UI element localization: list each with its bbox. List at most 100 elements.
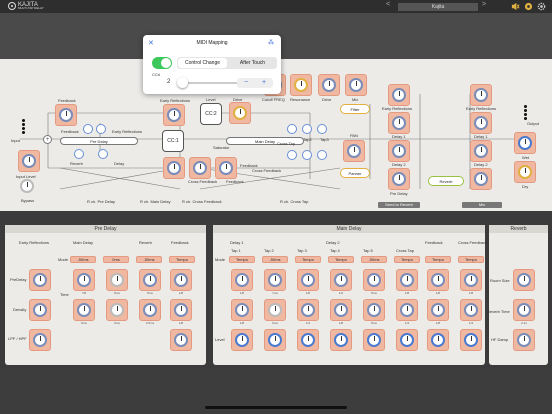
md-knob[interactable]: 1/4 [396, 299, 418, 325]
md-knob[interactable]: 1/8 [231, 269, 253, 295]
md-knob[interactable] [460, 329, 482, 351]
md-knob[interactable]: 1/4 [460, 299, 482, 325]
panner-block[interactable]: Panner [340, 168, 370, 178]
md-knob[interactable] [297, 329, 319, 351]
cross-feedback-knob-a[interactable] [189, 157, 211, 179]
pd-md-knob-3[interactable]: 8ms [73, 299, 95, 325]
md-knob[interactable] [264, 329, 286, 351]
md-knob[interactable]: 1/8 [231, 299, 253, 325]
md-knob[interactable] [427, 329, 449, 351]
md-mode-select[interactable]: Tempo [458, 256, 484, 263]
pd-mode-3[interactable]: -50ms [136, 256, 162, 263]
delay2-mix-knob[interactable] [470, 140, 492, 162]
resonance-knob[interactable] [290, 74, 312, 96]
gear-icon[interactable] [537, 2, 546, 11]
pd-mode-2[interactable]: 0ms [103, 256, 129, 263]
er-mix-knob[interactable] [470, 84, 492, 106]
md-knob[interactable]: 0ms [264, 299, 286, 325]
cc-plus-button[interactable]: + [255, 78, 273, 88]
pd-density-knob[interactable] [29, 299, 51, 321]
delay-node[interactable] [98, 149, 108, 159]
cross-tap-node-2[interactable] [302, 150, 312, 160]
input-level-knob[interactable] [18, 150, 40, 172]
reverb-time-knob[interactable]: 2.1s [513, 299, 535, 325]
tap-node-2[interactable] [302, 124, 312, 134]
er-node-2[interactable] [96, 124, 106, 134]
reverb-block[interactable]: Reverb [428, 176, 464, 186]
md-mode-select[interactable]: Tempo [425, 256, 451, 263]
pd-lpf-knob[interactable] [29, 329, 51, 351]
mute-icon[interactable] [511, 2, 520, 11]
er-send-knob[interactable] [388, 84, 410, 106]
dry-knob[interactable] [514, 161, 536, 183]
delay1-send-knob[interactable] [388, 112, 410, 134]
er-knob[interactable] [163, 104, 185, 126]
md-mode-select[interactable]: -50ms [361, 256, 387, 263]
bypass-button[interactable] [20, 179, 36, 195]
md-knob[interactable] [231, 329, 253, 351]
md-knob[interactable] [396, 329, 418, 351]
md-knob[interactable] [363, 329, 385, 351]
pd-rv-knob-2[interactable]: 2.5ms [139, 299, 161, 325]
cc1-mapping[interactable]: CC:1 [162, 130, 184, 152]
cross-tap-node-3[interactable] [317, 150, 327, 160]
prev-preset-button[interactable]: < [386, 1, 390, 8]
md-knob[interactable]: 7ms [264, 269, 286, 295]
mix-button[interactable]: Mix [462, 202, 502, 208]
md-knob[interactable]: 1/8 [460, 269, 482, 295]
md-knob[interactable]: 1/4 [297, 299, 319, 325]
preset-name[interactable]: Kajita [398, 3, 478, 11]
delay2-send-knob[interactable] [388, 140, 410, 162]
tap-node-1[interactable] [287, 124, 297, 134]
md-mode-select[interactable]: Tempo [328, 256, 354, 263]
pd-fb-knob-3[interactable] [170, 329, 192, 351]
cross-tap-node-1[interactable] [287, 150, 297, 160]
cc-minus-button[interactable]: − [237, 78, 255, 88]
md-knob[interactable]: 1/8 [427, 299, 449, 325]
md-mode-select[interactable]: Tempo [295, 256, 321, 263]
md-knob[interactable]: 1/8 [396, 269, 418, 295]
er-node-1[interactable] [83, 124, 93, 134]
pd-mode-4[interactable]: Tempo [169, 256, 195, 263]
magic-wand-icon[interactable]: ⁂ [268, 39, 274, 46]
md-mode-select[interactable]: Tempo [229, 256, 255, 263]
pd-md-knob-2[interactable]: 8ms [106, 269, 128, 295]
room-size-knob[interactable] [513, 269, 535, 291]
control-change-option[interactable]: Control Change [178, 58, 227, 68]
feedback-knob-a[interactable] [215, 157, 237, 179]
reverb-mix-knob[interactable] [470, 168, 492, 190]
feedback-knob[interactable] [55, 104, 77, 126]
md-knob[interactable]: 1/2 [330, 269, 352, 295]
md-mode-select[interactable]: -50ms [262, 256, 288, 263]
after-touch-option[interactable]: After Touch [228, 57, 277, 69]
drive-knob[interactable] [229, 102, 251, 124]
pd-er-knob[interactable] [29, 269, 51, 291]
midi-icon[interactable] [524, 2, 533, 11]
delay1-mix-knob[interactable] [470, 112, 492, 134]
md-knob[interactable]: 1/8 [297, 269, 319, 295]
pd-mode-1[interactable]: -50ms [70, 256, 96, 263]
md-knob[interactable]: 1/8 [330, 299, 352, 325]
md-knob[interactable]: 8ms [363, 299, 385, 325]
md-knob[interactable] [330, 329, 352, 351]
hf-damp-knob[interactable] [513, 329, 535, 351]
pd-fb-knob[interactable]: 1/8 [170, 269, 192, 295]
delay-knob[interactable] [163, 157, 185, 179]
reverb-node[interactable] [74, 149, 84, 159]
drive-knob-2[interactable] [318, 74, 340, 96]
wet-knob[interactable] [514, 132, 536, 154]
md-mode-select[interactable]: Tempo [394, 256, 420, 263]
pre-delay-block[interactable]: Pre Delay [60, 137, 138, 145]
pd-md-knob-1[interactable]: 7/8 [73, 269, 95, 295]
send-to-reverb-button[interactable]: Send to Reverb [378, 202, 420, 208]
midi-enable-toggle[interactable] [152, 57, 172, 69]
md-knob[interactable]: 1/8 [427, 269, 449, 295]
tap-node-3[interactable] [317, 124, 327, 134]
pd-md-knob-4[interactable]: 0ms [106, 299, 128, 325]
pd-rv-knob[interactable]: 8ms [139, 269, 161, 295]
predelay-send-knob[interactable] [388, 168, 410, 190]
mix-knob[interactable] [345, 74, 367, 96]
pan-knob[interactable] [343, 140, 365, 162]
cc2-mapping[interactable]: CC:2 [200, 103, 222, 125]
filter-block[interactable]: Filter [340, 104, 370, 114]
